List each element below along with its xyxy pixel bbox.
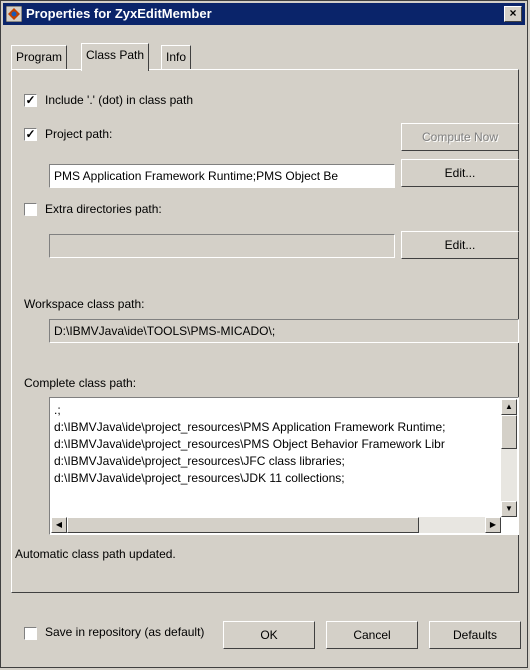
compute-now-button[interactable]: Compute Now	[401, 123, 519, 151]
vertical-scroll-thumb[interactable]	[501, 415, 517, 449]
close-button[interactable]: ×	[504, 6, 522, 22]
scroll-down-icon[interactable]: ▼	[501, 501, 517, 517]
ok-button[interactable]: OK	[223, 621, 315, 649]
complete-path-label: Complete class path:	[24, 376, 137, 390]
tab-program[interactable]: Program	[11, 45, 68, 69]
project-path-label: Project path:	[45, 127, 113, 141]
include-dot-label: Include '.' (dot) in class path	[45, 93, 193, 107]
save-repository-label: Save in repository (as default)	[45, 625, 205, 639]
save-repository-checkbox[interactable]	[24, 627, 37, 640]
app-icon	[6, 6, 22, 22]
horizontal-scrollbar[interactable]: ◀ ▶	[51, 517, 501, 533]
complete-path-line: d:\IBMVJava\ide\project_resources\PMS Ob…	[54, 437, 445, 451]
extra-dirs-field[interactable]	[49, 234, 395, 258]
vertical-scrollbar[interactable]: ▲ ▼	[501, 399, 517, 517]
scroll-up-icon[interactable]: ▲	[501, 399, 517, 415]
scroll-right-icon[interactable]: ▶	[485, 517, 501, 533]
tab-class-path[interactable]: Class Path	[81, 43, 150, 71]
complete-path-line: d:\IBMVJava\ide\project_resources\PMS Ap…	[54, 420, 446, 434]
cancel-button[interactable]: Cancel	[326, 621, 418, 649]
include-dot-checkbox[interactable]: ✓	[24, 94, 37, 107]
complete-path-line: d:\IBMVJava\ide\project_resources\JDK 11…	[54, 471, 345, 485]
window-title: Properties for ZyxEditMember	[26, 6, 212, 21]
project-path-field[interactable]: PMS Application Framework Runtime;PMS Ob…	[49, 164, 395, 188]
complete-path-line: d:\IBMVJava\ide\project_resources\JFC cl…	[54, 454, 345, 468]
edit-extra-dirs-button[interactable]: Edit...	[401, 231, 519, 259]
project-path-checkbox[interactable]: ✓	[24, 128, 37, 141]
workspace-path-field: D:\IBMVJava\ide\TOOLS\PMS-MICADO\;	[49, 319, 519, 343]
extra-dirs-label: Extra directories path:	[45, 202, 162, 216]
properties-dialog: Properties for ZyxEditMember × Program C…	[0, 0, 528, 668]
title-bar[interactable]: Properties for ZyxEditMember ×	[3, 3, 525, 25]
scroll-left-icon[interactable]: ◀	[51, 517, 67, 533]
defaults-button[interactable]: Defaults	[429, 621, 521, 649]
complete-path-line: .;	[54, 403, 61, 417]
tab-info[interactable]: Info	[161, 45, 192, 69]
status-text: Automatic class path updated.	[15, 547, 176, 561]
edit-project-path-button[interactable]: Edit...	[401, 159, 519, 187]
workspace-label: Workspace class path:	[24, 297, 145, 311]
extra-dirs-checkbox[interactable]	[24, 203, 37, 216]
horizontal-scroll-thumb[interactable]	[67, 517, 419, 533]
complete-path-list[interactable]: .; d:\IBMVJava\ide\project_resources\PMS…	[49, 397, 519, 535]
